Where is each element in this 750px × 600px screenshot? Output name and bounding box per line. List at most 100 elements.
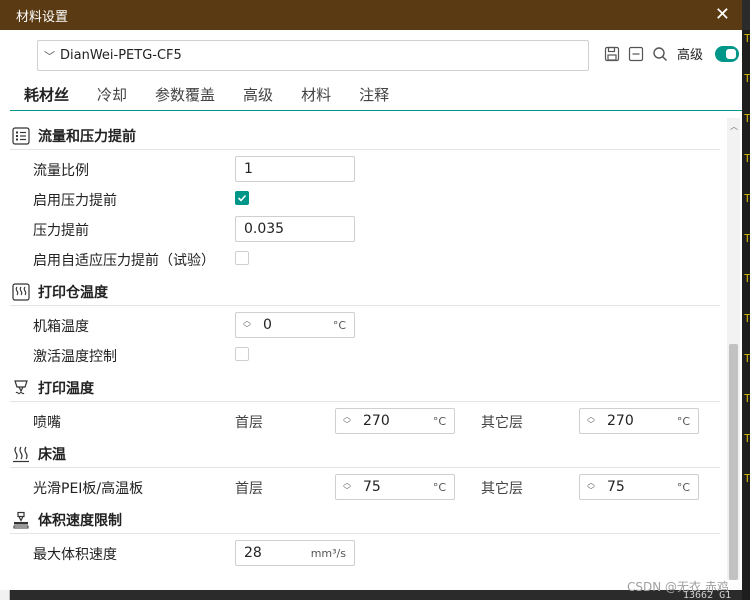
- activate-temp-control-label: 激活温度控制: [33, 349, 117, 365]
- nozzle-other-layers-label: 其它层: [481, 415, 523, 431]
- advanced-label: 高级: [677, 48, 704, 63]
- tab-bar: 耗材丝 冷却 参数覆盖 高级 材料 注释: [24, 84, 417, 105]
- background-glyph: T: [744, 352, 750, 365]
- nozzle-first-layer-label: 首层: [235, 415, 263, 431]
- chevron-down-icon[interactable]: ﹀: [343, 487, 351, 495]
- settings-panel: 流量和压力提前 流量比例 1 启用压力提前 压力提前 0.035 启用自适应压力…: [10, 120, 726, 580]
- max-volumetric-speed-input[interactable]: 28 mm³/s: [235, 540, 355, 566]
- nozzle-other-layers-spinbox[interactable]: ︿ ﹀ 270 °C: [579, 408, 699, 434]
- chevron-down-icon: ﹀: [44, 49, 55, 63]
- unit-label: °C: [432, 480, 446, 494]
- spinner-arrows[interactable]: ︿ ﹀: [339, 413, 355, 429]
- section-divider: [10, 467, 720, 468]
- pressure-advance-input[interactable]: 0.035: [235, 216, 355, 242]
- background-glyph: T: [744, 272, 750, 285]
- pressure-advance-label: 压力提前: [33, 223, 89, 239]
- section-divider: [10, 149, 720, 150]
- background-glyph: T: [744, 472, 750, 485]
- section-divider: [10, 305, 720, 306]
- spinner-arrows[interactable]: ︿ ﹀: [583, 479, 599, 495]
- section-volumetric-speed: 体积速度限制: [10, 508, 720, 534]
- section-title: 打印温度: [38, 381, 94, 397]
- background-glyph: T: [744, 432, 750, 445]
- material-settings-dialog: 材料设置 ✕ ﹀ DianWei-PETG-CF5 高级 耗材丝 冷却 参数覆盖…: [0, 0, 742, 590]
- section-title: 流量和压力提前: [38, 129, 136, 145]
- save-icon[interactable]: [603, 45, 621, 63]
- unit-label: °C: [332, 318, 346, 332]
- activate-temp-control-checkbox[interactable]: [235, 347, 249, 361]
- tab-overrides[interactable]: 参数覆盖: [155, 84, 215, 105]
- section-divider: [10, 533, 720, 534]
- section-divider: [10, 401, 720, 402]
- background-glyph: T: [744, 192, 750, 205]
- section-bed-temp: 床温: [10, 442, 720, 468]
- tab-cooling[interactable]: 冷却: [97, 84, 127, 105]
- bed-other-layers-spinbox[interactable]: ︿ ﹀ 75 °C: [579, 474, 699, 500]
- section-title: 打印仓温度: [38, 285, 108, 301]
- bed-other-layers-label: 其它层: [481, 481, 523, 497]
- tab-filament[interactable]: 耗材丝: [24, 84, 69, 105]
- unit-label: °C: [432, 414, 446, 428]
- tab-divider: [10, 110, 742, 111]
- heat-icon: [12, 283, 30, 301]
- chamber-temp-value: 0: [263, 317, 272, 333]
- nozzle-label: 喷嘴: [33, 415, 61, 431]
- max-volumetric-speed-label: 最大体积速度: [33, 547, 117, 563]
- section-chamber-temp: 打印仓温度: [10, 280, 720, 306]
- tab-advanced[interactable]: 高级: [243, 84, 273, 105]
- chevron-down-icon[interactable]: ﹀: [587, 487, 595, 495]
- preset-selector[interactable]: ﹀ DianWei-PETG-CF5: [37, 40, 589, 71]
- title-bar: 材料设置 ✕: [0, 0, 742, 30]
- advanced-toggle[interactable]: [715, 45, 740, 62]
- chamber-temp-label: 机箱温度: [33, 319, 89, 335]
- nozzle-first-layer-spinbox[interactable]: ︿ ﹀ 270 °C: [335, 408, 455, 434]
- search-icon[interactable]: [651, 45, 669, 63]
- bed-heat-icon: [12, 445, 30, 463]
- nozzle-first-layer-value: 270: [363, 413, 390, 429]
- spinner-arrows[interactable]: ︿ ﹀: [583, 413, 599, 429]
- spinner-arrows[interactable]: ︿ ﹀: [339, 479, 355, 495]
- flow-ratio-label: 流量比例: [33, 163, 89, 179]
- nozzle-icon: [12, 379, 30, 397]
- unit-label: °C: [676, 480, 690, 494]
- chevron-down-icon[interactable]: ﹀: [587, 421, 595, 429]
- section-title: 体积速度限制: [38, 513, 122, 529]
- adaptive-pressure-advance-label: 启用自适应压力提前（试验）: [33, 253, 215, 269]
- enable-pressure-advance-checkbox[interactable]: [235, 191, 249, 205]
- background-status-text: 13662 G1: [683, 590, 732, 600]
- scrollbar-thumb[interactable]: [729, 344, 738, 580]
- background-glyph: T: [744, 152, 750, 165]
- volumetric-icon: [12, 511, 30, 529]
- delete-preset-icon[interactable]: [627, 45, 645, 63]
- chamber-temp-spinbox[interactable]: ︿ ﹀ 0 °C: [235, 312, 355, 338]
- background-glyph: T: [744, 392, 750, 405]
- tab-material[interactable]: 材料: [301, 84, 331, 105]
- bed-first-layer-value: 75: [363, 479, 381, 495]
- vertical-scrollbar[interactable]: ︿: [727, 118, 740, 580]
- section-print-temp: 打印温度: [10, 376, 720, 402]
- flow-ratio-input[interactable]: 1: [235, 156, 355, 182]
- chevron-down-icon[interactable]: ﹀: [343, 421, 351, 429]
- background-glyph: T: [744, 112, 750, 125]
- section-flow-pressure: 流量和压力提前: [10, 124, 720, 150]
- background-glyph: T: [744, 32, 750, 45]
- enable-pressure-advance-label: 启用压力提前: [33, 193, 117, 209]
- preset-name: DianWei-PETG-CF5: [60, 48, 182, 63]
- chevron-down-icon[interactable]: ﹀: [243, 325, 251, 333]
- check-icon: [237, 194, 247, 202]
- section-title: 床温: [38, 447, 66, 463]
- flow-ratio-value: 1: [244, 161, 253, 177]
- spinner-arrows[interactable]: ︿ ﹀: [239, 317, 255, 333]
- scroll-up-icon[interactable]: ︿: [730, 121, 738, 132]
- preset-toolbar: 高级: [603, 44, 740, 63]
- close-icon[interactable]: ✕: [715, 6, 730, 24]
- bed-first-layer-spinbox[interactable]: ︿ ﹀ 75 °C: [335, 474, 455, 500]
- plate-label: 光滑PEI板/高温板: [33, 481, 144, 497]
- unit-label: mm³/s: [310, 546, 346, 560]
- background-glyph: T: [744, 72, 750, 85]
- window-title: 材料设置: [16, 9, 69, 25]
- unit-label: °C: [676, 414, 690, 428]
- tab-notes[interactable]: 注释: [359, 84, 389, 105]
- nozzle-other-layers-value: 270: [607, 413, 634, 429]
- adaptive-pressure-advance-checkbox[interactable]: [235, 251, 249, 265]
